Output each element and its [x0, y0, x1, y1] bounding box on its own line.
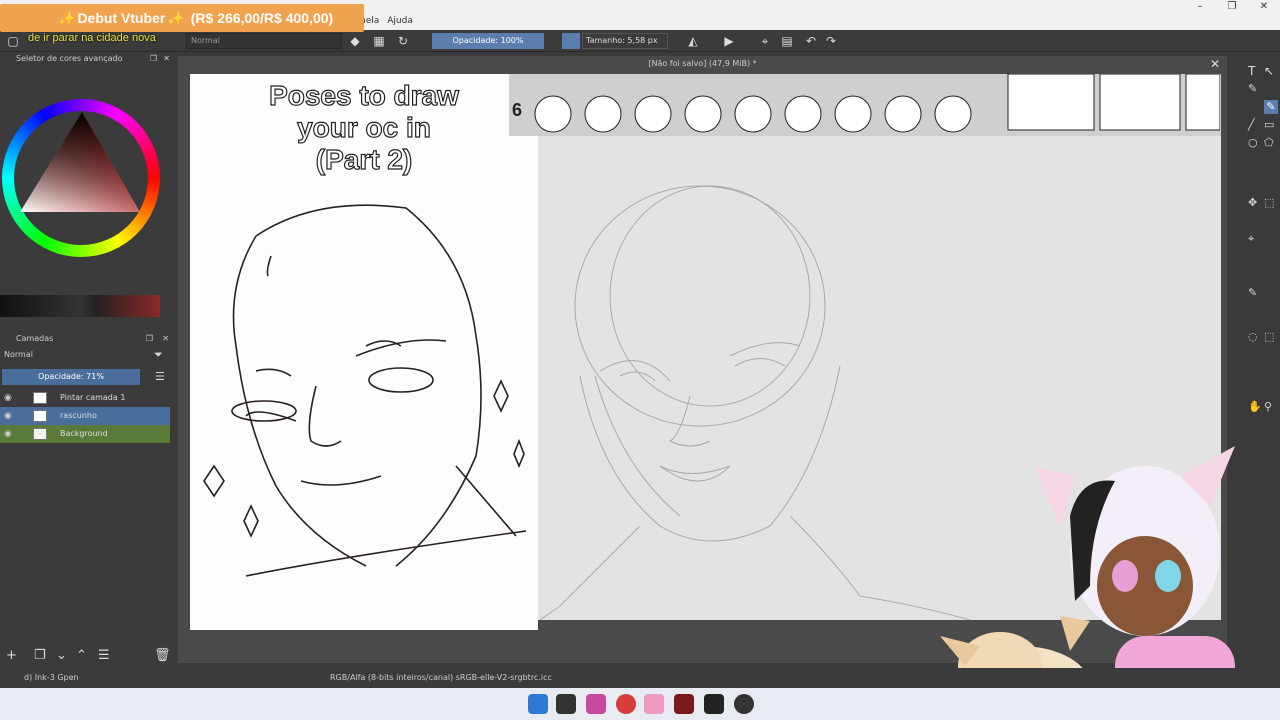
layer-name: Background [60, 429, 108, 438]
add-layer-icon[interactable]: + [6, 648, 17, 663]
brush-tool-icon[interactable]: ✎ [1264, 100, 1278, 114]
ellipse-tool-icon[interactable]: ○ [1248, 136, 1258, 149]
toolbox: T ↖ ✎ ✎ ╱ ▭ ○ ⬠ ✥ ⬚ ⌖ ✎ ◌ ⬚ ✋ ⚲ [1240, 60, 1280, 420]
zoom-tool-icon[interactable]: ⚲ [1264, 400, 1272, 413]
opera-app-icon[interactable] [616, 694, 636, 714]
eraser-icon[interactable]: ◆ [348, 34, 362, 48]
duplicate-layer-icon[interactable]: ❐ [34, 648, 46, 663]
banner-text: Debut Vtuber [77, 10, 166, 26]
window-controls: – ❐ ✕ [1184, 0, 1280, 14]
close-docker-icon[interactable]: ✕ [162, 332, 169, 346]
delete-layer-icon[interactable]: 🗑 [154, 648, 171, 663]
elliptical-select-icon[interactable]: ◌ [1248, 330, 1258, 343]
opacity-slider[interactable]: Opacidade: 100% [432, 33, 544, 49]
krita-app-icon[interactable] [586, 694, 606, 714]
reference-face-drawing [203, 204, 527, 577]
os-taskbar [0, 688, 1280, 720]
line-tool-icon[interactable]: ╱ [1248, 118, 1255, 131]
layer-blend-mode-select[interactable]: Normal [0, 348, 148, 362]
polygon-tool-icon[interactable]: ⬠ [1264, 136, 1274, 149]
redo-icon[interactable]: ↷ [824, 34, 838, 48]
layer-row[interactable]: ◉ rascunho [0, 407, 170, 425]
calligraphy-icon[interactable]: ✎ [1248, 82, 1257, 95]
close-window-button[interactable]: ✕ [1248, 0, 1280, 14]
move-up-icon[interactable]: ⌃ [76, 648, 87, 663]
brush-color-swatch[interactable] [562, 33, 580, 49]
select-shapes-icon[interactable]: ↖ [1264, 64, 1274, 78]
status-bar: d) Ink-3 Gpen RGB/Alfa (8-bits inteiros/… [0, 668, 1280, 688]
app-icon[interactable] [674, 694, 694, 714]
wrap-around-icon[interactable]: ⌖ [758, 34, 772, 48]
close-docker-icon[interactable]: ✕ [163, 52, 170, 66]
main-toolbar: ▢ Normal ◆ ▦ ↻ Opacidade: 100% Tamanho: … [0, 30, 1280, 52]
layer-row[interactable]: ◉ Pintar camada 1 [0, 389, 170, 407]
minimize-button[interactable]: – [1184, 0, 1216, 14]
brush-size-slider[interactable]: Tamanho: 5,58 px [582, 33, 668, 49]
layer-opacity-slider[interactable]: Opacidade: 71% [2, 369, 140, 385]
move-tool-icon[interactable]: ✥ [1248, 196, 1257, 209]
filter-icon[interactable]: ⏷ [154, 348, 163, 362]
eye-icon[interactable]: ◉ [4, 407, 12, 425]
menu-item-help[interactable]: Ajuda [387, 16, 413, 26]
layer-thumbnail [33, 392, 47, 404]
eyedropper-icon[interactable]: ⌖ [1248, 232, 1254, 246]
donation-goal-banner: ✨ Debut Vtuber ✨ (R$ 266,00/R$ 400,00) [0, 4, 364, 32]
task-view-icon[interactable] [556, 694, 576, 714]
layer-menu-icon[interactable]: ☰ [155, 370, 165, 383]
banner-amount: (R$ 266,00/R$ 400,00) [190, 10, 334, 26]
float-docker-icon[interactable]: ❐ [146, 332, 153, 346]
layer-thumbnail [33, 410, 47, 422]
sparkle-icon: ✨ [58, 9, 76, 26]
app-icon[interactable] [644, 694, 664, 714]
undo-icon[interactable]: ↶ [804, 34, 818, 48]
app-icon[interactable] [734, 694, 754, 714]
text-tool-icon[interactable]: T [1248, 64, 1255, 78]
mirror-horizontal-icon[interactable]: ◭ [686, 34, 700, 48]
reference-expressions [534, 74, 1220, 133]
maximize-button[interactable]: ❐ [1216, 0, 1248, 14]
start-menu-icon[interactable] [528, 694, 548, 714]
krita-window: nela Ajuda – ❐ ✕ ▢ Normal ◆ ▦ ↻ Opacidad… [0, 0, 1280, 720]
mirror-vertical-icon[interactable]: ▶ [722, 34, 736, 48]
layer-actions-bar: + ❐ ⌄ ⌃ ☰ 🗑 [0, 648, 175, 668]
color-history-bar[interactable] [0, 295, 160, 317]
rect-select-icon[interactable]: ⬚ [1264, 330, 1274, 343]
eye-icon[interactable]: ◉ [4, 425, 12, 443]
sparkle-icon: ✨ [167, 9, 185, 26]
move-down-icon[interactable]: ⌄ [56, 648, 67, 663]
color-selector-header: Seletor de cores avançado ❐ ✕ [0, 52, 175, 66]
stream-subtitle: de ir parar na cidade nova [28, 32, 156, 44]
layers-header: Camadas ❐ ✕ [0, 332, 175, 346]
new-document-icon[interactable]: ▢ [6, 34, 20, 48]
reference-title: Poses to draw your oc in (Part 2) [268, 79, 459, 175]
layer-properties-icon[interactable]: ☰ [98, 648, 110, 663]
close-document-icon[interactable]: ✕ [1210, 57, 1220, 71]
float-docker-icon[interactable]: ❐ [150, 52, 157, 66]
eye-icon[interactable]: ◉ [4, 389, 12, 407]
layer-name: rascunho [60, 411, 97, 420]
transform-tool-icon[interactable]: ⬚ [1264, 196, 1274, 209]
layer-name: Pintar camada 1 [60, 393, 126, 402]
rectangle-tool-icon[interactable]: ▭ [1264, 118, 1274, 131]
layer-row[interactable]: ◉ Background [0, 425, 170, 443]
layers-title: Camadas [16, 334, 54, 343]
blend-mode-select[interactable]: Normal [186, 33, 342, 49]
reload-preset-icon[interactable]: ↻ [396, 34, 410, 48]
color-triangle[interactable] [20, 112, 144, 216]
pan-tool-icon[interactable]: ✋ [1248, 400, 1262, 413]
workspace-icon[interactable]: ▤ [780, 34, 794, 48]
layer-thumbnail [33, 428, 47, 440]
menu-items: nela Ajuda [360, 16, 413, 26]
color-profile: RGB/Alfa (8-bits inteiros/canal) sRGB-el… [330, 673, 552, 682]
alpha-lock-icon[interactable]: ▦ [372, 34, 386, 48]
document-title: [Não foi salvo] (47,9 MiB) * [648, 59, 757, 68]
reference-strip-number: 6 [512, 100, 523, 120]
color-selector-title: Seletor de cores avançado [16, 54, 123, 63]
current-brush[interactable]: d) Ink-3 Gpen [24, 673, 79, 682]
measure-tool-icon[interactable]: ✎ [1248, 286, 1257, 299]
obs-app-icon[interactable] [704, 694, 724, 714]
